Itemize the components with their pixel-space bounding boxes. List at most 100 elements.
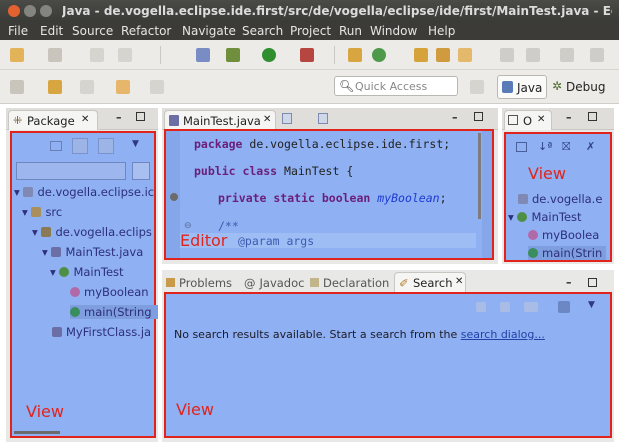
prev-annotation-icon[interactable] (526, 48, 540, 62)
minimize-icon[interactable]: – (116, 111, 122, 124)
menu-window[interactable]: Window (370, 24, 417, 38)
print-icon[interactable] (118, 48, 132, 62)
outline-row-class[interactable]: ▾ MainTest (508, 210, 582, 224)
edit-icon[interactable] (48, 80, 62, 94)
search-toolbar-icon[interactable] (500, 302, 510, 312)
close-icon[interactable]: ✕ (455, 276, 463, 287)
minimize-icon[interactable]: – (566, 111, 572, 124)
vertical-scrollbar[interactable] (478, 133, 481, 219)
back-icon[interactable] (560, 48, 574, 62)
tree-label: myBoolea (542, 228, 600, 242)
hide-static-icon[interactable]: ✗ (586, 140, 595, 153)
navigate-forward-icon[interactable] (150, 80, 164, 94)
outline-tabbar: O ✕ – (502, 108, 614, 130)
search-tool-icon[interactable] (436, 48, 450, 62)
filter-clear-icon[interactable] (132, 162, 150, 180)
outline-tab[interactable]: O ✕ (504, 110, 552, 130)
menu-edit[interactable]: Edit (40, 24, 63, 38)
tree-row-file[interactable]: ▾ MainTest.java (42, 245, 143, 259)
chevron-down-icon[interactable]: ▼ (132, 139, 139, 149)
hide-fields-icon[interactable]: ⛝ (562, 140, 570, 154)
editor-tab-maintest[interactable]: MainTest.java ✕ (164, 110, 276, 130)
menu-refactor[interactable]: Refactor (121, 24, 171, 38)
code-line-field[interactable]: private static boolean myBoolean; (218, 191, 447, 205)
external-tools-icon[interactable] (300, 48, 314, 62)
annotation-icon[interactable] (458, 48, 472, 62)
view-menu-icon[interactable] (98, 138, 114, 154)
debug-perspective-button[interactable]: ✲ Debug (550, 77, 612, 97)
forward-icon[interactable] (590, 48, 604, 62)
close-icon[interactable]: ✕ (81, 114, 89, 125)
horizontal-scrollbar[interactable] (14, 431, 60, 434)
tree-row-class[interactable]: ▾ MainTest (50, 265, 124, 279)
tree-row-method[interactable]: main(String (70, 305, 158, 319)
new-icon[interactable] (10, 48, 24, 62)
menu-navigate[interactable]: Navigate (182, 24, 236, 38)
sort-icon[interactable]: ↓ª (538, 140, 552, 153)
toggle-icon[interactable] (196, 48, 210, 62)
navigate-back-icon[interactable] (116, 80, 130, 94)
search-dialog-link[interactable]: search dialog... (461, 328, 545, 341)
last-edit-icon[interactable] (80, 80, 94, 94)
collapse-all-icon[interactable] (516, 142, 527, 152)
close-icon[interactable]: ✕ (537, 114, 545, 125)
tree-row-project[interactable]: ▾ de.vogella.eclipse.ic (14, 185, 154, 199)
menu-file[interactable]: File (8, 24, 28, 38)
open-perspective-icon[interactable] (470, 80, 484, 94)
search-history-icon[interactable] (558, 301, 570, 313)
new-java-icon[interactable] (372, 48, 386, 62)
tree-row-file2[interactable]: MyFirstClass.ja (52, 325, 151, 339)
outline-row-method[interactable]: main(Strin (528, 246, 607, 260)
tab-declaration[interactable]: Declaration (310, 276, 389, 290)
minimize-icon[interactable]: – (566, 276, 572, 289)
tree-row-src[interactable]: ▾ src (22, 205, 62, 219)
chevron-down-icon[interactable]: ▼ (588, 300, 595, 310)
close-window-button[interactable] (8, 5, 20, 17)
next-annotation-icon[interactable] (500, 48, 514, 62)
maximize-icon[interactable] (474, 112, 483, 121)
java-perspective-button[interactable]: Java (497, 75, 547, 99)
pin-icon[interactable] (10, 80, 24, 94)
menu-search[interactable]: Search (242, 24, 283, 38)
package-filter-input[interactable] (16, 162, 126, 180)
new-class-icon[interactable] (348, 48, 362, 62)
tab-search[interactable]: ✐ Search ✕ (394, 272, 466, 292)
package-explorer-tab[interactable]: ⁜ Package ✕ (8, 110, 98, 130)
tree-row-package[interactable]: ▾ de.vogella.eclips (32, 225, 152, 239)
tree-label: MainTest.java (65, 245, 144, 259)
search-toolbar-icon[interactable] (476, 302, 486, 312)
open-icon[interactable] (48, 48, 62, 62)
code-line-package[interactable]: package de.vogella.eclipse.ide.first; (194, 137, 450, 151)
tab-javadoc[interactable]: @ Javadoc (244, 276, 304, 290)
editor-tab-icon[interactable] (282, 113, 292, 124)
link-editor-icon[interactable] (72, 138, 88, 154)
fold-icon[interactable]: ⊖ (184, 221, 192, 231)
maximize-icon[interactable] (588, 278, 597, 287)
menu-source[interactable]: Source (72, 24, 113, 38)
menu-project[interactable]: Project (290, 24, 331, 38)
close-icon[interactable]: ✕ (263, 114, 271, 125)
code-field-name: myBoolean (377, 191, 440, 205)
tab-problems[interactable]: Problems (166, 276, 232, 290)
tree-row-field[interactable]: myBoolean (70, 285, 149, 299)
maximize-icon[interactable] (588, 112, 597, 121)
minimize-icon[interactable]: – (452, 111, 458, 124)
open-type-icon[interactable] (414, 48, 428, 62)
maximize-window-button[interactable] (40, 5, 52, 17)
editor-tab-icon[interactable] (318, 113, 328, 124)
save-icon[interactable] (90, 48, 104, 62)
quick-access-input[interactable]: 🔍︎ Quick Access (334, 76, 458, 96)
code-line-class[interactable]: public class MainTest { (194, 164, 353, 178)
code-line-doc-param[interactable]: @param args (238, 234, 314, 248)
search-message-text: No search results available. Start a sea… (174, 328, 461, 341)
menu-run[interactable]: Run (339, 24, 362, 38)
outline-row-package[interactable]: de.vogella.e (518, 192, 602, 206)
minimize-window-button[interactable] (24, 5, 36, 17)
menu-help[interactable]: Help (428, 24, 455, 38)
collapse-all-icon[interactable] (50, 141, 62, 151)
debug-icon[interactable] (226, 48, 240, 62)
run-icon[interactable] (262, 48, 276, 62)
maximize-icon[interactable] (136, 112, 145, 121)
outline-row-field[interactable]: myBoolea (528, 228, 599, 242)
search-toolbar-icon[interactable] (524, 302, 538, 312)
